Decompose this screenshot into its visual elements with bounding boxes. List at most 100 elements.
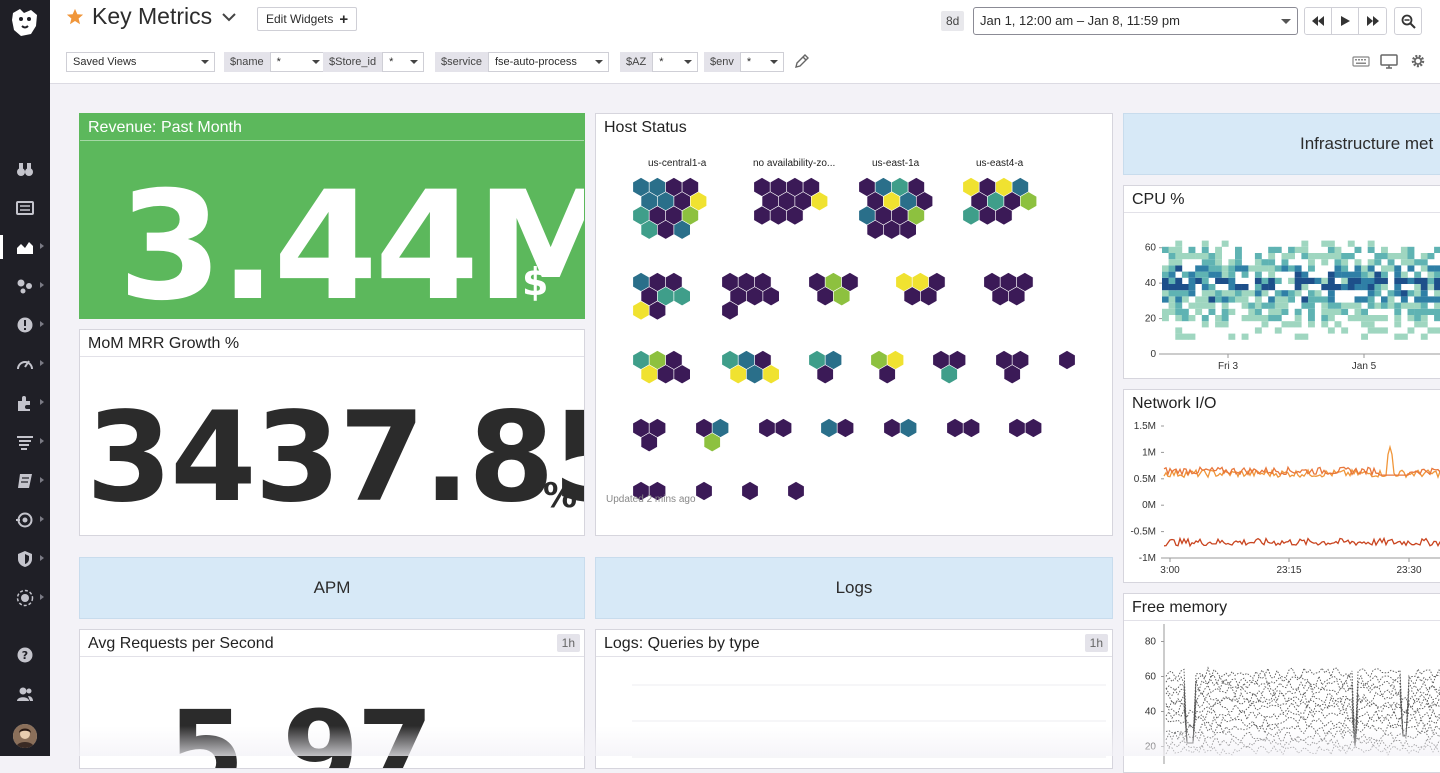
favorite-star-icon[interactable]	[66, 8, 84, 26]
heatmap-cell	[1228, 271, 1236, 278]
heatmap-cell	[1235, 284, 1242, 291]
heatmap-cell	[1334, 321, 1342, 328]
heatmap-cell	[1294, 284, 1302, 291]
heatmap-cell	[1301, 253, 1309, 260]
heatmap-cell	[1427, 253, 1435, 260]
heatmap-cell	[1341, 327, 1349, 334]
saved-views-label: Saved Views	[73, 56, 137, 68]
heatmap-cell	[1387, 302, 1395, 309]
x-tick-label: 23:30	[1396, 565, 1421, 576]
heatmap-cell	[1341, 277, 1349, 284]
heatmap-cell	[1427, 308, 1435, 315]
template-var-select[interactable]: *	[382, 52, 425, 72]
heatmap-cell	[1334, 271, 1342, 278]
heatmap-cell	[1254, 259, 1262, 266]
x-tick-label: 23:15	[1276, 565, 1301, 576]
cpu-heatmap[interactable]: 0 20 40 60 Fri 3 Jan 5	[1124, 186, 1440, 379]
heatmap-cell	[1400, 271, 1408, 278]
keyboard-icon[interactable]	[1352, 53, 1370, 69]
sidebar-item-apm[interactable]	[0, 349, 50, 379]
heatmap-cell	[1301, 333, 1309, 340]
sidebar-item-logs[interactable]	[0, 427, 50, 457]
section-title: APM	[313, 578, 351, 597]
edit-widgets-button[interactable]: Edit Widgets +	[257, 7, 358, 31]
heatmap-cell	[1248, 315, 1256, 322]
template-var-select[interactable]: *	[269, 52, 326, 72]
user-avatar[interactable]	[13, 724, 37, 748]
heatmap-cell	[1228, 290, 1236, 297]
sidebar-item-monitors[interactable]	[0, 310, 50, 340]
heatmap-cell	[1387, 296, 1395, 303]
time-range-picker[interactable]: Jan 1, 12:00 am – Jan 8, 11:59 pm	[973, 7, 1298, 35]
host-hexagon	[774, 418, 792, 438]
pencil-icon[interactable]	[794, 53, 810, 69]
heatmap-cell	[1208, 259, 1216, 266]
host-map[interactable]	[596, 114, 1113, 536]
heatmap-cell	[1381, 246, 1388, 253]
gear-icon[interactable]	[1409, 53, 1427, 69]
heatmap-cell	[1301, 277, 1309, 284]
chevron-down-icon[interactable]	[222, 12, 236, 22]
heatmap-cell	[1381, 271, 1388, 278]
template-var-select[interactable]: *	[652, 52, 699, 72]
mom-growth-widget[interactable]: MoM MRR Growth % 3437.85 %	[79, 329, 585, 536]
heatmap-cell	[1175, 284, 1183, 291]
sidebar-item-team[interactable]	[0, 679, 50, 709]
heatmap-cell	[1294, 277, 1302, 284]
heatmap-cell	[1175, 240, 1183, 247]
revenue-widget[interactable]: Revenue: Past Month 3.44M $	[79, 113, 585, 319]
fast-forward-button[interactable]	[1359, 8, 1386, 34]
datadog-logo-icon[interactable]	[7, 4, 43, 40]
svg-text:?: ?	[22, 649, 28, 662]
host-status-widget[interactable]: Host Status us-central1-a no availabilit…	[595, 113, 1113, 536]
sidebar-item-synthetics[interactable]	[0, 505, 50, 535]
sidebar-item-notebooks[interactable]	[0, 466, 50, 496]
sidebar-item-dashboards[interactable]	[0, 232, 50, 262]
template-var-select[interactable]: *	[739, 52, 784, 72]
network-chart[interactable]: -1M -0.5M 0M 0.5M 1M 1.5M 3:00 23:15 23:30	[1124, 390, 1440, 583]
free-memory-widget[interactable]: 20 40 60 80 Free memory	[1123, 593, 1440, 773]
tv-mode-icon[interactable]	[1380, 53, 1398, 69]
heatmap-cell	[1274, 296, 1282, 303]
heatmap-cell	[1268, 284, 1276, 291]
sidebar-item-events[interactable]	[0, 193, 50, 223]
rewind-button[interactable]	[1305, 8, 1332, 34]
sidebar-item-help[interactable]: ?	[0, 640, 50, 670]
logs-queries-widget[interactable]: Logs: Queries by type 1h	[595, 629, 1113, 769]
heatmap-cell	[1274, 265, 1282, 272]
saved-views-select[interactable]: Saved Views	[66, 52, 215, 72]
avg-requests-widget[interactable]: Avg Requests per Second 1h 5.97	[79, 629, 585, 769]
heatmap-cell	[1400, 302, 1408, 309]
heatmap-cell	[1281, 253, 1289, 260]
heatmap-cell	[1268, 253, 1276, 260]
heatmap-cell	[1162, 290, 1169, 297]
heatmap-cell	[1374, 271, 1382, 278]
heatmap-cell	[1327, 296, 1335, 303]
network-widget[interactable]: -1M -0.5M 0M 0.5M 1M 1.5M 3:00 23:15 23:30 Netwo…	[1123, 389, 1440, 583]
sidebar-item-integrations[interactable]	[0, 388, 50, 418]
series-line	[1165, 743, 1440, 756]
heatmap-cell	[1321, 259, 1329, 266]
sidebar-item-infrastructure[interactable]	[0, 271, 50, 301]
play-button[interactable]	[1332, 8, 1359, 34]
chevron-down-icon	[410, 60, 419, 64]
template-var-value: fse-auto-process	[494, 56, 577, 68]
heatmap-cell	[1400, 296, 1408, 303]
synthetics-icon	[16, 512, 33, 528]
cpu-widget[interactable]: 0 20 40 60 Fri 3 Jan 5 CPU %	[1123, 185, 1440, 379]
heatmap-cell	[1188, 284, 1196, 291]
host-hexagon	[695, 481, 713, 501]
heatmap-cell	[1195, 271, 1203, 278]
heatmap-cell	[1347, 315, 1355, 322]
heatmap-cell	[1215, 277, 1222, 284]
sidebar-item-watchdog[interactable]	[0, 154, 50, 184]
template-var-label: $service	[435, 52, 488, 72]
heatmap-cell	[1321, 302, 1329, 309]
template-var-env: $env *	[704, 52, 784, 72]
zoom-out-button[interactable]	[1394, 7, 1422, 35]
sidebar-item-security[interactable]	[0, 544, 50, 574]
template-var-select[interactable]: fse-auto-process	[487, 52, 609, 72]
heatmap-cell	[1327, 277, 1335, 284]
sidebar-item-rum[interactable]	[0, 583, 50, 613]
rum-icon	[16, 589, 34, 607]
